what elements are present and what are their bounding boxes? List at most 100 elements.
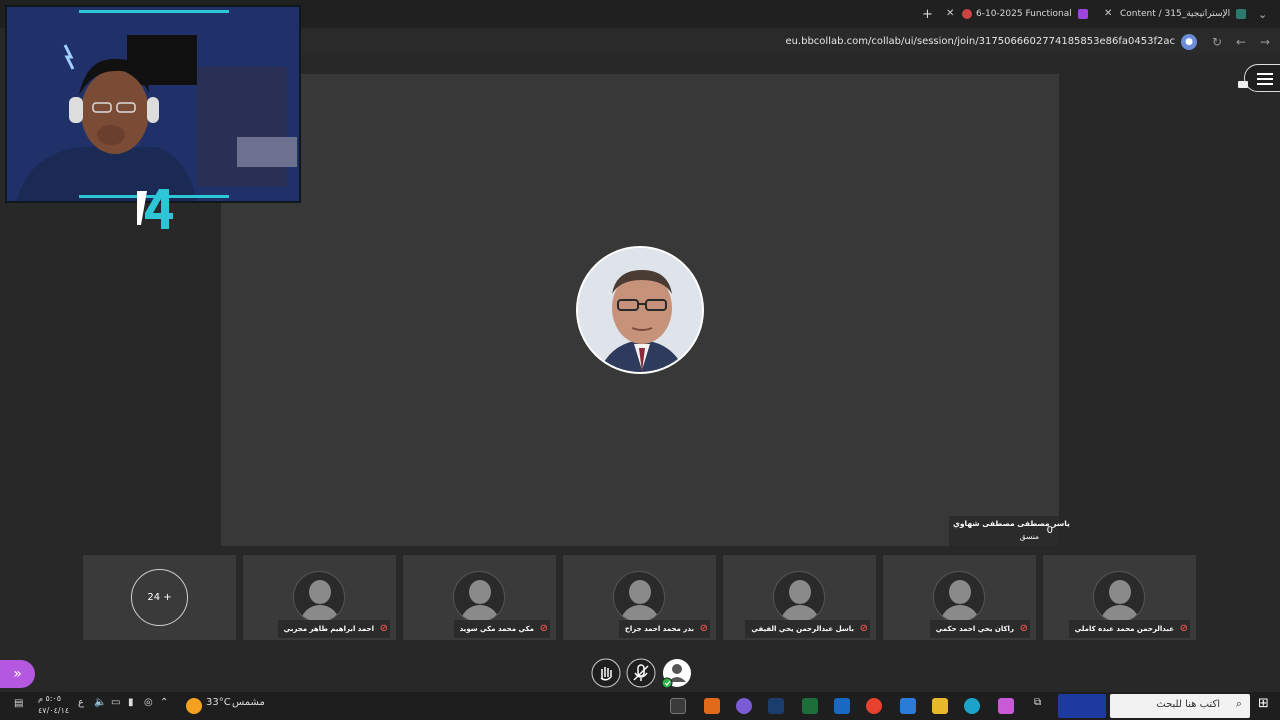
default-avatar-icon (453, 571, 505, 623)
search-icon: ⌕ (1235, 697, 1242, 710)
favicon-icon (1236, 9, 1246, 19)
muted-mic-icon: ⊘ (1179, 623, 1188, 634)
tray-app-icon[interactable]: ◎ (144, 697, 153, 708)
tab-purple[interactable] (1078, 4, 1092, 24)
participant-tile[interactable]: مكي محمد مكي سويد ⊘ (403, 555, 556, 640)
mic-tray-icon[interactable]: ▮ (128, 697, 134, 708)
url-text[interactable]: eu.bbcollab.com/collab/ui/session/join/3… (785, 36, 1175, 47)
participant-tile[interactable]: راكان يحي احمد حكمي ⊘ (883, 555, 1036, 640)
logo-4-icon (137, 189, 173, 229)
tab-label: 6-10-2025 Functional-level (976, 9, 1072, 19)
default-avatar-icon (613, 571, 665, 623)
participant-name-tag: راكان يحي احمد حكمي ⊘ (929, 620, 1030, 638)
default-avatar-icon (293, 571, 345, 623)
clock-date[interactable]: ٤٧/٠٤/١٤ (38, 706, 69, 715)
tab-icon-box[interactable] (1236, 4, 1250, 24)
taskbar-app-icon[interactable] (704, 698, 720, 714)
participant-name: باسل عبدالرحمن يحي الفيفي (751, 625, 854, 633)
address-bar[interactable]: eu.bbcollab.com/collab/ui/session/join/3… (300, 30, 1280, 54)
default-avatar-icon (773, 571, 825, 623)
speaker-avatar (576, 246, 704, 374)
participant-name-tag: بدر محمد احمد جراح ⊘ (618, 620, 710, 638)
participant-name: راكان يحي احمد حكمي (935, 625, 1014, 633)
main-video-stage: ياسر مصطفى مصطفى شهاوي منسق 0 (221, 74, 1070, 546)
participant-name: احمد ابراهيم طاهر مجربي (283, 625, 374, 633)
weather-temp[interactable]: 33°C (206, 697, 231, 708)
my-status-button[interactable] (661, 658, 692, 689)
file-explorer-icon[interactable] (932, 698, 948, 714)
close-tab-icon[interactable]: ✕ (1104, 7, 1112, 21)
participant-name: بدر محمد احمد جراح (624, 625, 694, 633)
more-participants-count[interactable]: 24 + (131, 569, 188, 626)
overlay-frame-top (79, 10, 229, 13)
webcam-overlay (5, 5, 301, 203)
clock-time[interactable]: ٥:٠٥ م (38, 694, 61, 703)
recording-favicon-icon (962, 9, 972, 19)
panel-menu-button[interactable] (1244, 64, 1280, 92)
store-icon[interactable] (900, 698, 916, 714)
close-tab-icon[interactable]: ✕ (946, 7, 954, 21)
network-icon[interactable]: ▭ (111, 697, 120, 708)
participant-name-tag: مكي محمد مكي سويد ⊘ (453, 620, 550, 638)
taskbar-app-icon[interactable] (736, 698, 752, 714)
muted-mic-icon: ⊘ (699, 623, 708, 634)
muted-mic-icon: ⊘ (539, 623, 548, 634)
outlook-icon[interactable] (834, 698, 850, 714)
windows-start-icon[interactable]: ⊞ (1258, 696, 1269, 711)
webcam-feed (7, 7, 299, 201)
participant-name-tag: عبدالرحمن محمد عبده كاملي ⊘ (1068, 620, 1190, 638)
muted-mic-icon: ⊘ (1019, 623, 1028, 634)
participant-name: مكي محمد مكي سويد (459, 625, 534, 633)
forward-icon[interactable]: → (1260, 35, 1270, 49)
search-placeholder: اكتب هنا للبحث (1156, 699, 1220, 710)
tab-active[interactable]: 6-10-2025 Functional-level (962, 4, 1072, 24)
weather-sun-icon[interactable] (186, 698, 202, 714)
speaker-name: ياسر مصطفى مصطفى شهاوي (953, 519, 1070, 528)
excel-icon[interactable] (802, 698, 818, 714)
speaker-photo (578, 248, 702, 372)
tray-chevron-icon[interactable]: ⌃ (160, 697, 168, 708)
mic-off-icon (626, 658, 656, 688)
captions-icon[interactable] (1238, 81, 1248, 88)
user-avatar-icon (661, 659, 691, 689)
reload-icon[interactable]: ↻ (1212, 35, 1222, 49)
more-participants-tile[interactable]: 24 + (83, 555, 236, 640)
search-highlight-image[interactable] (1058, 694, 1106, 718)
notifications-icon[interactable]: ▤ (14, 698, 23, 709)
chrome-icon[interactable] (866, 698, 882, 714)
raise-hand-button[interactable] (591, 658, 621, 688)
taskbar-search-box[interactable]: اكتب هنا للبحث ⌕ (1110, 694, 1250, 718)
participant-tile[interactable]: احمد ابراهيم طاهر مجربي ⊘ (243, 555, 396, 640)
purple-favicon-icon (1078, 9, 1088, 19)
new-tab-button[interactable]: + (922, 4, 934, 24)
expand-panel-button[interactable]: » (0, 660, 35, 688)
mute-mic-button[interactable] (626, 658, 656, 688)
default-avatar-icon (1093, 571, 1145, 623)
participant-tile[interactable]: باسل عبدالرحمن يحي الفيفي ⊘ (723, 555, 876, 640)
tab-content[interactable]: Content / 315_الإدارة الإستراتيجية (1120, 4, 1230, 24)
tab-list-chevron-icon[interactable]: ⌄ (1258, 4, 1272, 24)
participant-name: عبدالرحمن محمد عبده كاملي (1074, 625, 1174, 633)
edge-icon[interactable] (964, 698, 980, 714)
participant-name-tag: احمد ابراهيم طاهر مجربي ⊘ (277, 620, 390, 638)
copilot-icon[interactable] (998, 698, 1014, 714)
volume-icon[interactable]: 🔈 (94, 697, 106, 708)
steam-icon[interactable] (768, 698, 784, 714)
muted-mic-icon: ⊘ (379, 623, 388, 634)
muted-mic-icon: ⊘ (859, 623, 868, 634)
streamer-logo (135, 185, 175, 231)
speaker-name-tag: ياسر مصطفى مصطفى شهاوي منسق 0 (949, 516, 1070, 546)
participant-tile[interactable]: بدر محمد احمد جراح ⊘ (563, 555, 716, 640)
taskbar: ▤ ٥:٠٥ م ٤٧/٠٤/١٤ ع 🔈 ▭ ▮ ◎ ⌃ 33°C مشمس … (0, 692, 1280, 720)
tab-label: Content / 315_الإدارة الإستراتيجية (1120, 9, 1230, 19)
default-avatar-icon (933, 571, 985, 623)
task-view-icon[interactable]: ⧉ (1034, 697, 1041, 708)
participant-tile[interactable]: عبدالرحمن محمد عبده كاملي ⊘ (1043, 555, 1196, 640)
taskbar-app-icon[interactable] (670, 698, 686, 714)
voice-search-icon[interactable]: ● (1181, 34, 1197, 50)
weather-desc[interactable]: مشمس (232, 697, 265, 708)
back-icon[interactable]: ← (1236, 35, 1246, 49)
language-indicator[interactable]: ع (78, 697, 84, 708)
participant-name-tag: باسل عبدالرحمن يحي الفيفي ⊘ (745, 620, 870, 638)
speaker-role: منسق (1019, 532, 1039, 541)
